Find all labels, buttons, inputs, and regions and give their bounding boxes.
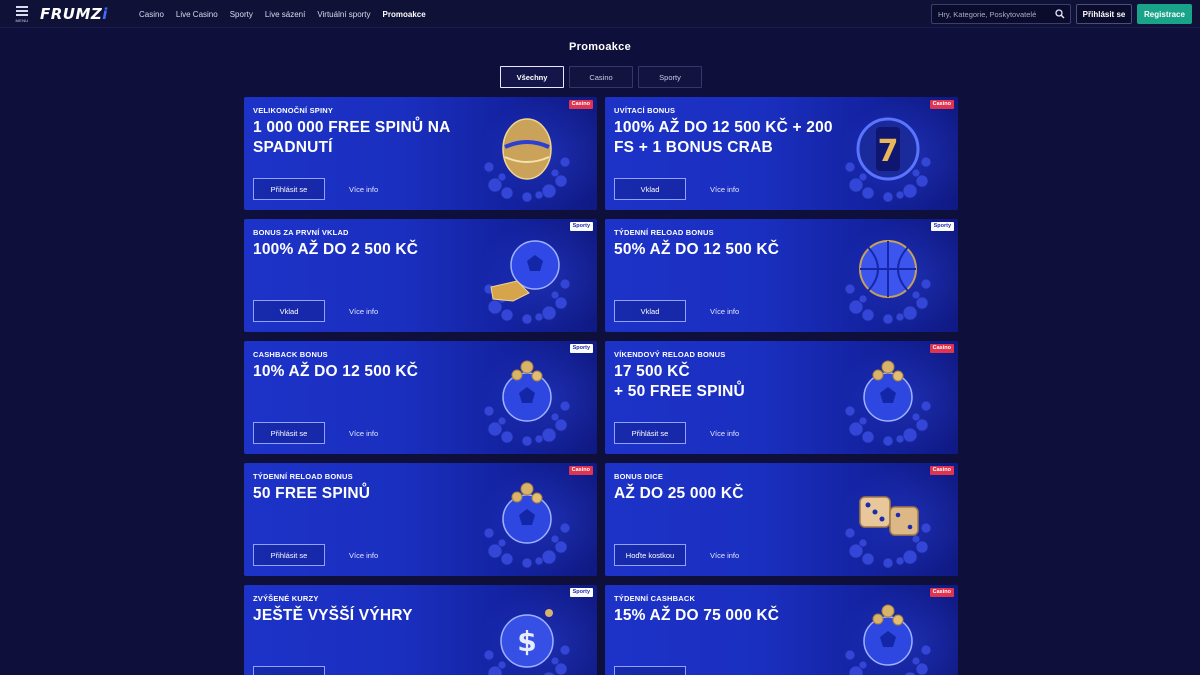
promo-subtitle: TÝDENNÍ RELOAD BONUS — [614, 228, 714, 237]
promo-action-button[interactable] — [614, 666, 686, 675]
promo-title: 100% AŽ DO 12 500 KČ + 200 FS + 1 BONUS … — [614, 119, 833, 156]
menu-bar-icon — [16, 10, 28, 12]
login-button[interactable]: Přihlásit se — [1076, 4, 1132, 24]
logo-accent: i — [102, 5, 108, 23]
more-info-link[interactable]: Více info — [349, 422, 378, 444]
football-coins-icon — [844, 604, 932, 675]
nav-item-promoakce[interactable]: Promoakce — [383, 10, 426, 19]
promo-card[interactable]: TÝDENNÍ RELOAD BONUS 50 FREE SPINŮ Casino P… — [244, 463, 597, 576]
promo-card[interactable]: VÍKENDOVÝ RELOAD BONUS 17 500 KČ + 50 FRE… — [605, 341, 958, 454]
promo-subtitle: BONUS DICE — [614, 472, 664, 481]
more-info-link[interactable]: Více info — [710, 422, 739, 444]
promo-action-button[interactable]: Přihlásit se — [614, 422, 686, 444]
promo-card[interactable]: VELIKONOČNÍ SPINY 1 000 000 FREE SPINŮ NA… — [244, 97, 597, 210]
menu-bar-icon — [16, 6, 28, 8]
svg-text:$: $ — [517, 625, 536, 658]
promo-filter-tabs: Všechny Casino Sporty — [500, 66, 702, 88]
promo-title: 50% AŽ DO 12 500 KČ — [614, 241, 780, 258]
nav-item-sporty[interactable]: Sporty — [230, 10, 253, 19]
filter-tab-casino[interactable]: Casino — [569, 66, 633, 88]
promo-action-button[interactable]: Přihlásit se — [253, 178, 325, 200]
promo-card[interactable]: ZVÝŠENÉ KURZY JEŠTĚ VYŠŠÍ VÝHRY Sporty $ — [244, 585, 597, 675]
search-input[interactable] — [938, 5, 1050, 23]
logo-text: FRUMZ — [40, 5, 103, 23]
football-coins-icon — [844, 360, 932, 446]
promo-card[interactable]: UVÍTACÍ BONUS 100% AŽ DO 12 500 KČ + 200 … — [605, 97, 958, 210]
site-logo[interactable]: FRUMZi — [40, 6, 108, 22]
promo-subtitle: TÝDENNÍ CASHBACK — [614, 594, 696, 603]
promo-title: AŽ DO 25 000 KČ — [614, 485, 744, 502]
promo-subtitle: CASHBACK BONUS — [253, 350, 328, 359]
promo-title: 100% AŽ DO 2 500 KČ — [253, 241, 419, 258]
slot-reel-icon: 7 — [844, 117, 932, 202]
promo-title: 17 500 KČ + 50 FREE SPINŮ — [614, 363, 745, 400]
promo-title: 50 FREE SPINŮ — [253, 485, 371, 502]
more-info-link[interactable]: Více info — [710, 178, 739, 200]
nav-item-live-casino[interactable]: Live Casino — [176, 10, 218, 19]
promo-subtitle: VÍKENDOVÝ RELOAD BONUS — [614, 350, 726, 359]
more-info-link[interactable]: Více info — [349, 300, 378, 322]
promo-subtitle: ZVÝŠENÉ KURZY — [253, 594, 319, 603]
dollar-ball-icon: $ — [483, 609, 571, 675]
filter-tab-sport[interactable]: Sporty — [638, 66, 702, 88]
hamburger-menu-button[interactable]: MENU — [14, 6, 30, 24]
promo-title: 15% AŽ DO 75 000 KČ — [614, 607, 780, 624]
search-icon[interactable] — [1055, 9, 1065, 19]
promo-action-button[interactable] — [253, 666, 325, 675]
top-bar: MENU FRUMZi Casino Live Casino Sporty Live … — [0, 0, 1200, 28]
main-nav: Casino Live Casino Sporty Live sázení Virtuá… — [139, 0, 426, 28]
promo-subtitle: VELIKONOČNÍ SPINY — [253, 106, 334, 115]
promo-subtitle: UVÍTACÍ BONUS — [614, 106, 676, 115]
promo-title: 10% AŽ DO 12 500 KČ — [253, 363, 419, 380]
promo-card[interactable]: TÝDENNÍ RELOAD BONUS 50% AŽ DO 12 500 KČ S… — [605, 219, 958, 332]
menu-label: MENU — [15, 18, 29, 23]
more-info-link[interactable]: Více info — [349, 544, 378, 566]
promo-card[interactable]: TÝDENNÍ CASHBACK 15% AŽ DO 75 000 KČ Casin… — [605, 585, 958, 675]
promo-action-button[interactable]: Přihlásit se — [253, 544, 325, 566]
promo-subtitle: TÝDENNÍ RELOAD BONUS — [253, 472, 353, 481]
promo-subtitle: BONUS ZA PRVNÍ VKLAD — [253, 228, 349, 237]
football-coins-icon — [483, 482, 571, 568]
golden-egg-icon — [483, 118, 571, 202]
basketball-icon — [844, 240, 932, 324]
promo-card[interactable]: CASHBACK BONUS 10% AŽ DO 12 500 KČ Sporty P… — [244, 341, 597, 454]
nav-item-casino[interactable]: Casino — [139, 10, 164, 19]
promo-card[interactable]: BONUS ZA PRVNÍ VKLAD 100% AŽ DO 2 500 KČ S… — [244, 219, 597, 332]
more-info-link[interactable]: Více info — [349, 178, 378, 200]
promo-action-button[interactable]: Hoďte kostkou — [614, 544, 686, 566]
promo-title: JEŠTĚ VYŠŠÍ VÝHRY — [253, 607, 413, 624]
promo-action-button[interactable]: Vklad — [614, 178, 686, 200]
football-boot-icon — [483, 240, 571, 324]
promo-action-button[interactable]: Vklad — [253, 300, 325, 322]
search-box — [931, 4, 1071, 24]
promo-grid: VELIKONOČNÍ SPINY 1 000 000 FREE SPINŮ NA… — [244, 97, 958, 675]
menu-bar-icon — [16, 14, 28, 16]
football-coins-icon — [483, 360, 571, 446]
more-info-link[interactable]: Více info — [710, 544, 739, 566]
page-title: Promoakce — [568, 41, 631, 53]
filter-tab-all[interactable]: Všechny — [500, 66, 564, 88]
promo-card[interactable]: BONUS DICE AŽ DO 25 000 KČ Casino Hoďte kos… — [605, 463, 958, 576]
register-button[interactable]: Registrace — [1137, 4, 1192, 24]
nav-item-virtuální-sporty[interactable]: Virtuální sporty — [317, 10, 370, 19]
svg-text:7: 7 — [878, 134, 899, 169]
promo-title: 1 000 000 FREE SPINŮ NA SPADNUTÍ — [253, 119, 450, 156]
nav-item-live-sázení[interactable]: Live sázení — [265, 10, 305, 19]
dice-icon — [844, 496, 932, 568]
more-info-link[interactable]: Více info — [710, 300, 739, 322]
promo-action-button[interactable]: Přihlásit se — [253, 422, 325, 444]
promo-action-button[interactable]: Vklad — [614, 300, 686, 322]
